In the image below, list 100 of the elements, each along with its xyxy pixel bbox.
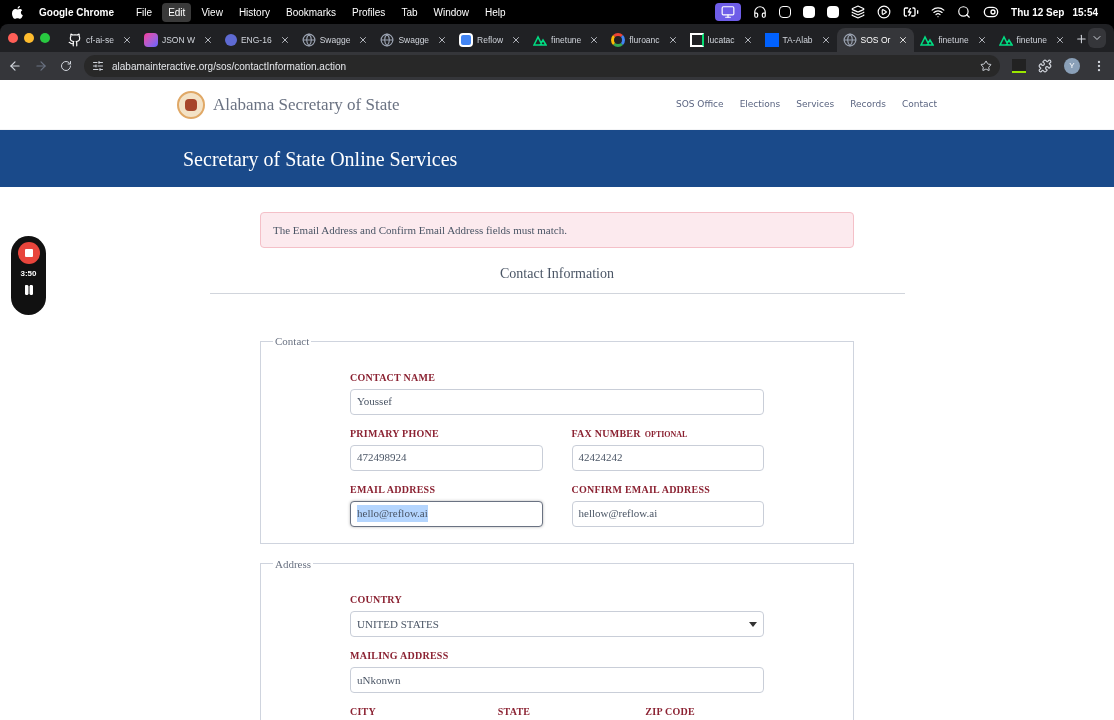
input-field[interactable]: 472498924 xyxy=(350,444,543,471)
mountain-icon xyxy=(920,34,935,46)
extensions-icon[interactable] xyxy=(1038,59,1052,73)
field-label: COUNTRY xyxy=(350,593,402,607)
browser-tab[interactable]: Reflow xyxy=(453,28,528,52)
browser-tab[interactable]: finetune xyxy=(914,28,993,52)
globe-icon xyxy=(842,33,857,47)
tab-title: SOS Or xyxy=(860,33,891,47)
menu-time[interactable]: 15:54 xyxy=(1072,4,1098,20)
nav-link[interactable]: Elections xyxy=(739,97,781,112)
close-icon[interactable] xyxy=(279,35,290,45)
menu-date[interactable]: Thu 12 Sep xyxy=(1011,4,1065,20)
site-title[interactable]: Alabama Secretary of State xyxy=(213,91,400,118)
menu-item[interactable]: File xyxy=(130,2,159,22)
input-field[interactable]: hello@reflow.ai xyxy=(350,500,543,527)
minimize-window-icon[interactable] xyxy=(24,33,34,43)
menu-item[interactable]: Profiles xyxy=(346,2,392,22)
state-seal-logo[interactable] xyxy=(177,90,205,119)
tab-title: finetune xyxy=(551,33,582,47)
field-label: PRIMARY PHONE xyxy=(350,426,439,441)
tab-title: Reflow xyxy=(477,33,504,47)
app-name[interactable]: Google Chrome xyxy=(39,4,114,20)
apple-logo-icon[interactable] xyxy=(12,5,23,19)
tab-search-button[interactable] xyxy=(1087,28,1106,48)
g-logo-icon xyxy=(611,33,626,47)
nav-link[interactable]: Contact xyxy=(902,97,937,112)
browser-tab[interactable]: cf-ai-se xyxy=(62,28,138,52)
browser-tab[interactable]: Swagge xyxy=(295,28,375,52)
error-alert: The Email Address and Confirm Email Address fields must match. xyxy=(260,212,854,248)
browser-tab[interactable]: JSON W xyxy=(137,28,219,52)
field-label: CONFIRM EMAIL ADDRESS xyxy=(571,482,711,497)
menu-item[interactable]: Tab xyxy=(395,2,424,22)
wifi-icon[interactable] xyxy=(931,5,946,19)
battery-icon[interactable] xyxy=(903,4,920,20)
section-legend: Contact xyxy=(273,333,312,350)
menu-item[interactable]: Help xyxy=(479,2,512,22)
search-icon[interactable] xyxy=(957,5,972,19)
tab-title: Swagge xyxy=(398,33,430,47)
forward-icon[interactable] xyxy=(34,59,48,73)
mountain-icon xyxy=(533,34,548,46)
browser-tab[interactable]: finetune xyxy=(527,28,606,52)
close-icon[interactable] xyxy=(667,35,678,45)
input-field[interactable]: uNkonwn xyxy=(350,667,764,693)
browser-tab[interactable]: SOS Or xyxy=(836,28,915,52)
stop-recording-button[interactable] xyxy=(17,242,40,264)
close-icon[interactable] xyxy=(202,35,213,45)
menu-item[interactable]: Bookmarks xyxy=(280,2,342,22)
browser-tab[interactable]: ENG-16 xyxy=(218,28,296,52)
browser-tab[interactable]: finetune xyxy=(992,28,1071,52)
close-icon[interactable] xyxy=(820,35,831,45)
nav-link[interactable]: Records xyxy=(850,97,886,112)
layers-icon[interactable] xyxy=(851,5,866,19)
banner-title: Secretary of State Online Services xyxy=(183,146,458,173)
nav-link[interactable]: Services xyxy=(796,97,835,112)
close-icon[interactable] xyxy=(898,35,909,45)
browser-tab[interactable]: TA-Alab xyxy=(758,28,837,52)
close-icon[interactable] xyxy=(589,35,600,45)
menu-item[interactable]: Edit xyxy=(162,2,192,22)
address-field[interactable]: alabamainteractive.org/sos/contactInformation.action xyxy=(84,55,1000,77)
menu-item[interactable]: View xyxy=(195,2,229,22)
site-info-icon[interactable] xyxy=(92,60,104,72)
input-field[interactable]: 42424242 xyxy=(571,444,764,471)
headphones-icon[interactable] xyxy=(753,5,768,19)
pause-icon[interactable] xyxy=(22,284,35,296)
new-tab-icon[interactable] xyxy=(1074,32,1088,46)
tab-title: TA-Alab xyxy=(782,33,813,47)
json-icon xyxy=(143,33,158,47)
browser-tab[interactable]: Swagge xyxy=(374,28,454,52)
close-icon[interactable] xyxy=(1054,35,1065,45)
box-icon xyxy=(764,33,779,47)
close-icon[interactable] xyxy=(976,35,987,45)
menu-item[interactable]: Window xyxy=(427,2,476,22)
close-icon[interactable] xyxy=(742,35,753,45)
close-icon[interactable] xyxy=(511,35,522,45)
close-window-icon[interactable] xyxy=(8,33,18,43)
input-field[interactable]: hellow@reflow.ai xyxy=(571,500,764,527)
close-icon[interactable] xyxy=(358,35,369,45)
browser-tab[interactable]: fluroanc xyxy=(605,28,684,52)
tab-title: finetune xyxy=(1016,33,1047,47)
document-icon xyxy=(689,33,704,47)
browser-tab[interactable]: lucatac xyxy=(683,28,759,52)
menu-item[interactable]: History xyxy=(232,2,276,22)
field-label: STATE xyxy=(497,705,531,719)
field-label: ZIP CODE xyxy=(645,705,695,719)
globe-icon xyxy=(301,33,316,47)
nav-link[interactable]: SOS Office xyxy=(675,97,724,112)
close-icon[interactable] xyxy=(437,35,448,45)
country-select[interactable]: UNITED STATES xyxy=(350,611,764,637)
caret-icon xyxy=(749,621,757,627)
tab-title: fluroanc xyxy=(629,33,660,47)
close-icon[interactable] xyxy=(121,35,132,45)
screen-share-icon[interactable] xyxy=(715,3,742,21)
back-icon[interactable] xyxy=(8,59,22,73)
zoom-window-icon[interactable] xyxy=(40,33,50,43)
play-icon[interactable] xyxy=(877,5,892,19)
reload-icon[interactable] xyxy=(60,60,72,72)
field-label: MAILING ADDRESS xyxy=(350,649,449,663)
input-field[interactable]: Youssef xyxy=(350,388,764,415)
tab-title: ENG-16 xyxy=(240,33,272,47)
bookmark-star-icon[interactable] xyxy=(980,60,992,72)
